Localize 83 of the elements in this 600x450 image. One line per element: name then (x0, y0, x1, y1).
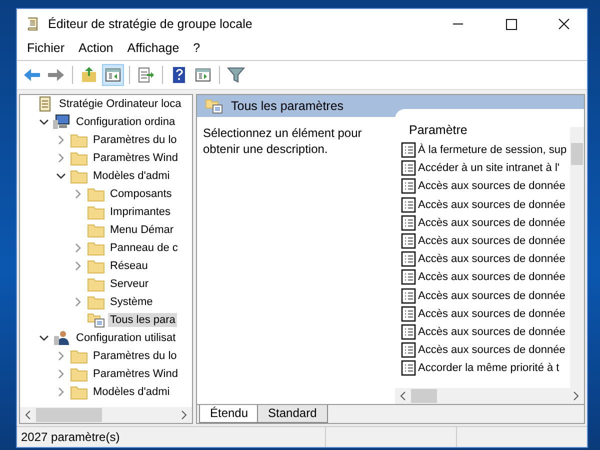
setting-name[interactable]: Accès aux sources de donnée (418, 180, 566, 192)
setting-name[interactable]: Accès aux sources de donnée (418, 235, 566, 248)
settings-list-icon (87, 312, 105, 328)
scroll-thumb[interactable] (571, 143, 583, 165)
tree-item[interactable]: Configuration ordina (74, 115, 178, 129)
tree-item[interactable]: Paramètres du lo (91, 133, 179, 147)
chevron-right-icon[interactable] (73, 297, 83, 307)
computer-icon (53, 114, 71, 130)
tree-item[interactable]: Paramètres Wind (91, 367, 180, 381)
menu-item[interactable]: Action (78, 41, 114, 58)
setting-icon (401, 360, 416, 376)
column-header[interactable]: Paramètre (409, 123, 468, 137)
setting-name[interactable]: À la fermeture de session, sup (418, 144, 567, 156)
setting-name[interactable]: Accès aux sources de donnée (418, 198, 566, 211)
setting-icon (401, 142, 416, 158)
menu-item[interactable]: Fichier (27, 41, 65, 58)
tree-item[interactable]: Imprimantes (108, 205, 173, 219)
settings-list-icon (205, 98, 223, 114)
tree-item[interactable]: Modèles d'admi (91, 385, 172, 399)
tree-item[interactable]: Tous les para (108, 313, 178, 327)
setting-icon (401, 269, 416, 286)
setting-name[interactable]: Accéder à un site intranet à l' (418, 162, 560, 174)
tree-item[interactable]: Configuration utilisat (74, 331, 178, 345)
setting-name[interactable]: Accès aux sources de donnée (418, 326, 566, 338)
setting-icon (401, 324, 416, 340)
setting-name[interactable]: Accès aux sources de donnée (418, 344, 566, 356)
folder-icon (70, 366, 88, 382)
folder-icon (70, 384, 88, 400)
setting-icon (401, 342, 416, 358)
window-title: Éditeur de stratégie de groupe locale (48, 17, 252, 31)
setting-icon (401, 288, 416, 304)
tree-item[interactable]: Paramètres du lo (91, 349, 179, 363)
menu-item[interactable]: Affichage (127, 41, 180, 58)
tree-item[interactable]: Paramètres Wind (91, 151, 180, 165)
setting-icon (401, 214, 416, 231)
vertical-scrollbar[interactable] (570, 127, 584, 388)
setting-name[interactable]: Accès aux sources de donnée (418, 253, 566, 266)
chevron-down-icon[interactable] (56, 171, 66, 181)
scroll-thumb[interactable] (411, 389, 437, 403)
folder-icon (87, 222, 105, 238)
folder-icon (70, 168, 88, 184)
setting-icon (401, 233, 416, 250)
chevron-down-icon[interactable] (39, 333, 49, 343)
scroll-thumb[interactable] (36, 408, 102, 422)
view-tab[interactable]: Standard (257, 405, 328, 423)
tree-item[interactable]: Modèles d'admi (91, 169, 172, 183)
folder-icon (87, 186, 105, 202)
tree-item[interactable]: Menu Démar (108, 223, 176, 237)
horizontal-scrollbar[interactable] (395, 388, 584, 404)
status-text: 2027 paramètre(s) (21, 430, 120, 444)
panel-title: Tous les paramètres (231, 99, 344, 113)
view-tab[interactable]: Étendu (199, 405, 260, 423)
folder-icon (70, 348, 88, 364)
menu-item[interactable]: ? (193, 41, 200, 58)
folder-icon (87, 240, 105, 256)
folder-icon (87, 258, 105, 274)
setting-name[interactable]: Accès aux sources de donnée (418, 308, 566, 320)
setting-icon (401, 160, 416, 176)
setting-name[interactable]: Accès aux sources de donnée (418, 271, 566, 284)
setting-icon (401, 196, 416, 213)
setting-name[interactable]: Accorder la même priorité à t (418, 362, 560, 374)
folder-icon (87, 294, 105, 310)
tree-item[interactable]: Système (108, 295, 155, 309)
tree-item[interactable]: Stratégie Ordinateur loca (57, 97, 184, 111)
setting-name[interactable]: Accès aux sources de donnée (418, 216, 566, 229)
folder-icon (70, 150, 88, 166)
user-icon (53, 330, 71, 346)
setting-name[interactable]: Accès aux sources de donnée (418, 290, 566, 302)
horizontal-scrollbar[interactable] (20, 407, 192, 423)
folder-icon (87, 204, 105, 220)
folder-icon (70, 132, 88, 148)
chevron-right-icon[interactable] (73, 189, 83, 199)
folder-icon (87, 276, 105, 292)
chevron-down-icon[interactable] (39, 117, 49, 127)
setting-icon (401, 251, 416, 268)
tree-item[interactable]: Réseau (108, 259, 150, 273)
tree-item[interactable]: Composants (108, 187, 174, 201)
pane-icon[interactable] (102, 64, 124, 86)
tree-item[interactable]: Panneau de c (108, 241, 180, 255)
setting-icon (401, 178, 416, 194)
description-text: Sélectionnez un élément pour obtenir une description. (202, 125, 363, 158)
tree-item[interactable]: Serveur (108, 277, 151, 291)
setting-icon (401, 306, 416, 322)
